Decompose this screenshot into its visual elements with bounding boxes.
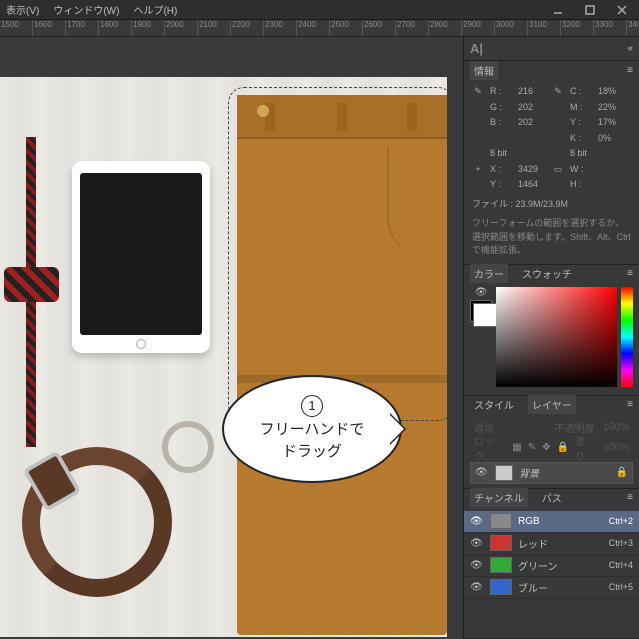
lock-transparency-icon[interactable]: ▦ [512, 442, 521, 453]
right-panels: A| « 情報 ≡ ✎R :216 ✎C :18% G :202M :22% B… [463, 37, 639, 639]
channel-shortcut: Ctrl+5 [609, 582, 633, 592]
ruler-tick: 2600 [363, 20, 396, 37]
channel-name: レッド [518, 536, 548, 551]
tab-info[interactable]: 情報 [470, 61, 498, 80]
ruler-tick: 2000 [165, 20, 198, 37]
layer-name[interactable]: 背景 [519, 465, 539, 480]
image-tablet [72, 161, 210, 353]
dimensions-icon: ▭ [552, 163, 564, 175]
top-icon-strip: A| « [464, 37, 639, 61]
channel-shortcut: Ctrl+3 [609, 538, 633, 548]
ruler-tick: 2200 [231, 20, 264, 37]
ruler-tick: 2300 [264, 20, 297, 37]
panel-menu-icon[interactable]: ≡ [627, 268, 633, 279]
minimize-button[interactable] [543, 2, 573, 18]
ruler-tick: 1700 [66, 20, 99, 37]
info-values: ✎R :216 ✎C :18% G :202M :22% B :202Y :17… [472, 85, 631, 192]
channel-name: ブルー [518, 580, 548, 595]
channels-panel: チャンネル パス ≡ 👁 RGB Ctrl+2 👁 レッド Ctrl+3 👁 グリーン Ctrl… [464, 489, 639, 639]
hue-slider[interactable] [621, 287, 633, 387]
tab-layers[interactable]: レイヤー [528, 395, 576, 414]
image-bowtie [4, 137, 59, 447]
channel-row[interactable]: 👁 グリーン Ctrl+4 [464, 555, 639, 577]
lock-move-icon[interactable]: ✥ [542, 442, 550, 453]
info-hint: フリーフォームの範囲を選択するか、選択範囲を移動します。Shift、Alt、Ct… [472, 217, 631, 258]
lock-all-icon[interactable]: 🔒 [557, 442, 569, 453]
annotation-line1: フリーハンドで [260, 419, 365, 442]
ruler-tick: 3400 [627, 20, 639, 37]
collapse-icon[interactable]: « [627, 43, 633, 54]
visibility-toggle-icon[interactable]: 👁 [470, 516, 484, 527]
channel-shortcut: Ctrl+4 [609, 560, 633, 570]
menu-view[interactable]: 表示(V) [6, 2, 39, 17]
channel-name: グリーン [518, 558, 558, 573]
ruler-tick: 2100 [198, 20, 231, 37]
info-file: ファイル : 23.9M/23.9M [472, 198, 631, 212]
maximize-button[interactable] [575, 2, 605, 18]
ruler-tick: 1600 [33, 20, 66, 37]
menu-help[interactable]: ヘルプ(H) [133, 2, 177, 17]
tab-styles[interactable]: スタイル [470, 395, 518, 414]
channel-thumbnail [490, 535, 512, 551]
info-panel: 情報 ≡ ✎R :216 ✎C :18% G :202M :22% B :202… [464, 61, 639, 265]
A-icon[interactable]: A| [470, 41, 483, 56]
menu-window[interactable]: ウィンドウ(W) [53, 2, 119, 17]
ruler-tick: 2500 [330, 20, 363, 37]
document-image: 1 フリーハンドで ドラッグ [0, 77, 447, 637]
color-panel: カラー スウォッチ ≡ 👁 [464, 265, 639, 396]
ruler-tick: 2900 [462, 20, 495, 37]
lock-icon: 🔒 [616, 467, 628, 478]
close-button[interactable] [607, 2, 637, 18]
tab-channels[interactable]: チャンネル [470, 488, 528, 507]
ruler-tick: 2700 [396, 20, 429, 37]
channel-row[interactable]: 👁 レッド Ctrl+3 [464, 533, 639, 555]
color-field[interactable] [496, 287, 617, 387]
crosshair-icon: + [472, 163, 484, 175]
channel-row[interactable]: 👁 ブルー Ctrl+5 [464, 577, 639, 599]
ruler-horizontal: 1500160017001800190020002100220023002400… [0, 20, 639, 37]
eyedropper2-icon: ✎ [552, 86, 564, 98]
channel-thumbnail [490, 579, 512, 595]
channel-shortcut: Ctrl+2 [609, 516, 633, 526]
visibility-toggle-icon[interactable]: 👁 [475, 467, 489, 478]
window-controls [543, 2, 637, 18]
ruler-tick: 3000 [495, 20, 528, 37]
panel-menu-icon[interactable]: ≡ [627, 399, 633, 410]
channel-row[interactable]: 👁 RGB Ctrl+2 [464, 511, 639, 533]
annotation-bubble: 1 フリーハンドで ドラッグ [222, 375, 402, 483]
annotation-number: 1 [301, 395, 323, 417]
channel-thumbnail [490, 557, 512, 573]
channel-name: RGB [518, 516, 540, 527]
image-bracelet [162, 421, 214, 473]
annotation-line2: ドラッグ [282, 441, 342, 464]
tab-swatches[interactable]: スウォッチ [518, 264, 576, 283]
ruler-tick: 1900 [132, 20, 165, 37]
layer-thumbnail [495, 465, 513, 481]
eye-icon[interactable]: 👁 [475, 287, 488, 298]
tab-color[interactable]: カラー [470, 264, 508, 283]
visibility-toggle-icon[interactable]: 👁 [470, 582, 484, 593]
layers-panel: スタイル レイヤー ≡ 通常 不透明度: 100% ロック: ▦ ✎ ✥ 🔒 塗… [464, 396, 639, 489]
visibility-toggle-icon[interactable]: 👁 [470, 538, 484, 549]
ruler-tick: 1800 [99, 20, 132, 37]
ruler-tick: 2400 [297, 20, 330, 37]
image-belt [22, 447, 172, 597]
ruler-tick: 3200 [561, 20, 594, 37]
image-pants [237, 95, 447, 635]
visibility-toggle-icon[interactable]: 👁 [470, 560, 484, 571]
panel-menu-icon[interactable]: ≡ [627, 65, 633, 76]
ruler-tick: 3100 [528, 20, 561, 37]
ruler-tick: 2800 [429, 20, 462, 37]
channel-thumbnail [490, 513, 512, 529]
canvas-area[interactable]: 1 フリーハンドで ドラッグ [0, 37, 463, 639]
eyedropper-icon: ✎ [472, 86, 484, 98]
panel-menu-icon[interactable]: ≡ [627, 492, 633, 503]
ruler-tick: 3300 [594, 20, 627, 37]
ruler-tick: 1500 [0, 20, 33, 37]
foreground-background-swatch[interactable] [470, 300, 492, 322]
lock-brush-icon[interactable]: ✎ [528, 442, 536, 453]
layer-row[interactable]: 👁 背景 🔒 [470, 462, 633, 484]
tab-paths[interactable]: パス [538, 488, 566, 507]
